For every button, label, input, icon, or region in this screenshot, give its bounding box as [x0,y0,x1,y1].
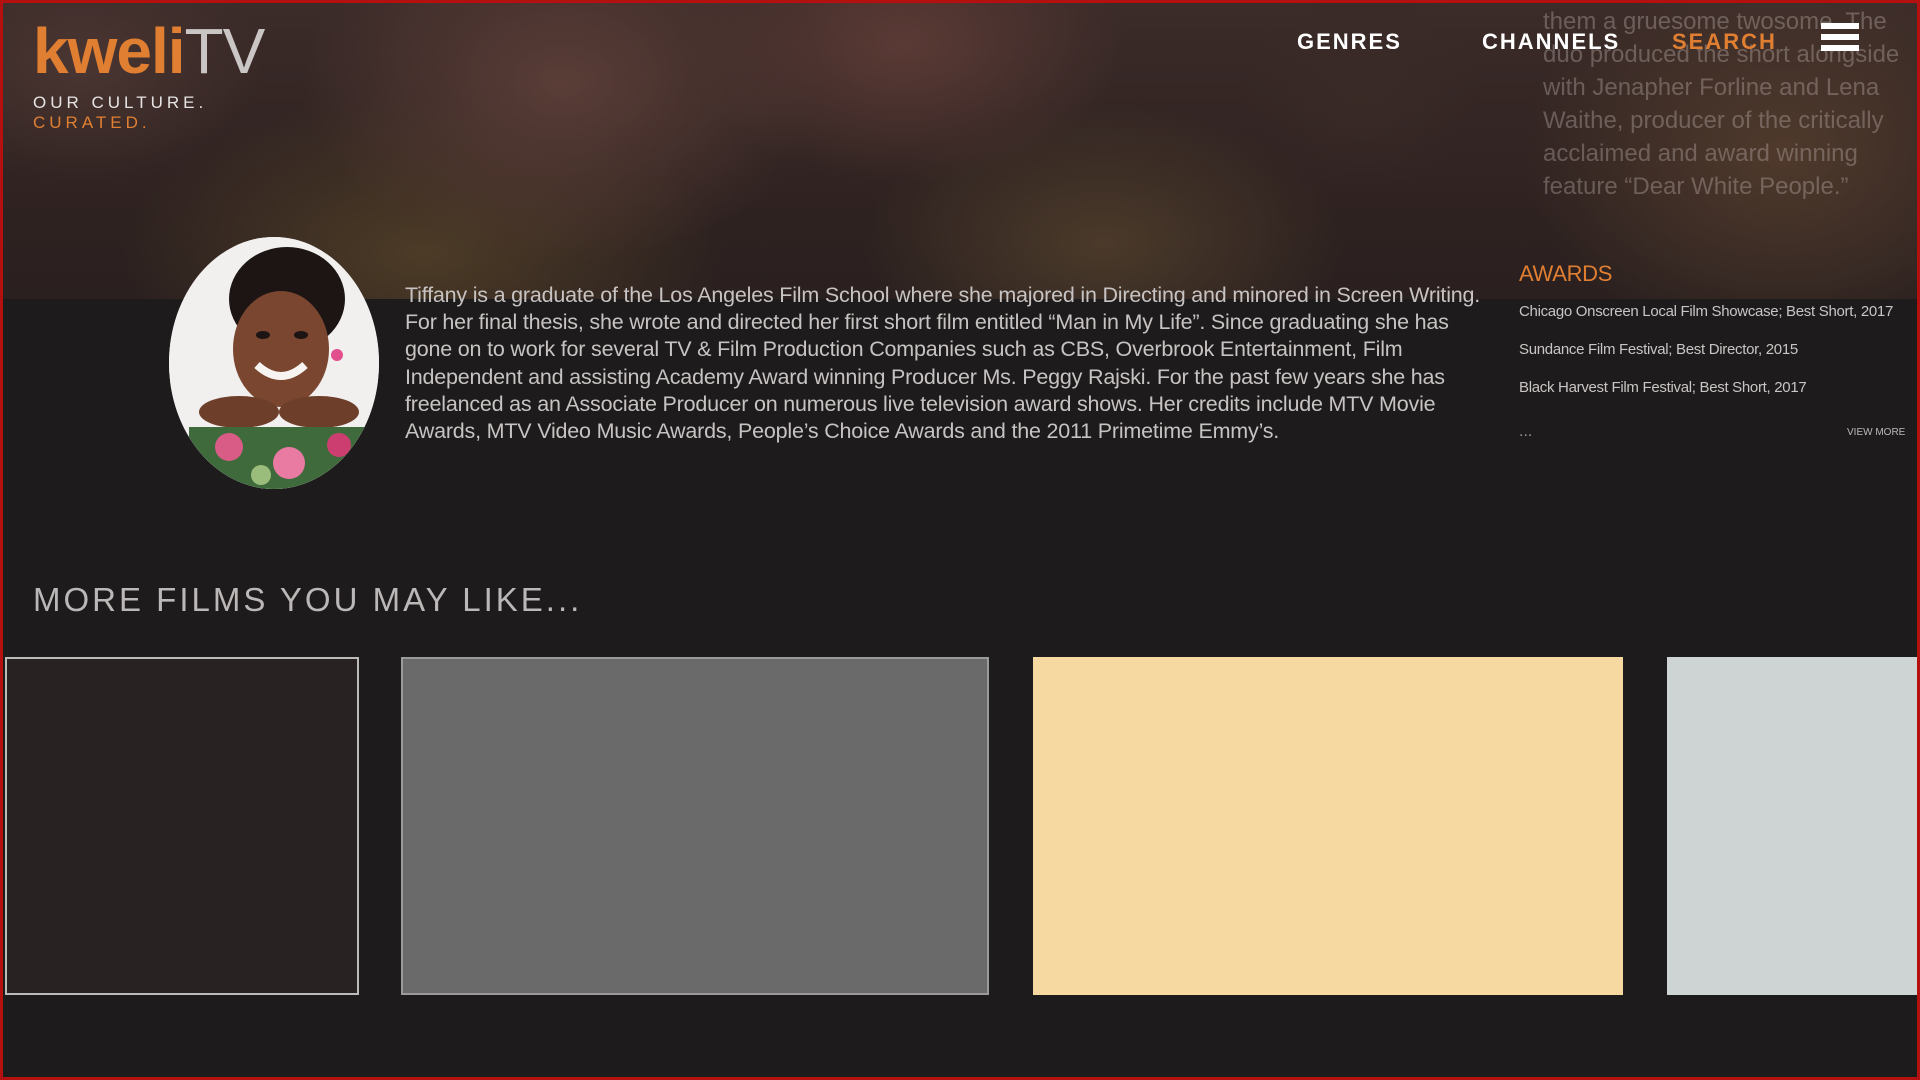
awards-ellipsis: ... [1519,423,1533,440]
more-films-title: MORE FILMS YOU MAY LIKE... [33,581,583,618]
film-card-3[interactable] [1033,657,1623,995]
profile-photo-icon [169,237,379,489]
profile-avatar [169,237,379,489]
award-item: Black Harvest Film Festival; Best Short,… [1519,379,1807,396]
nav-genres[interactable]: GENRES [1297,29,1402,55]
logo-tagline-line1: OUR CULTURE. [33,93,208,112]
logo-word-tv: TV [184,15,266,87]
logo-wordmark: kweliTV [33,19,265,83]
film-card-1[interactable] [5,657,359,995]
app-frame: them a gruesome twosome. The duo produce… [0,0,1920,1080]
kwelitv-logo[interactable]: kweliTV OUR CULTURE. CURATED. [33,19,265,133]
logo-word-kweli: kweli [33,15,186,87]
awards-view-more-link[interactable]: VIEW MORE [1847,427,1905,438]
menu-bar-1 [1821,23,1859,29]
nav-channels[interactable]: CHANNELS [1482,29,1620,55]
film-card-2[interactable] [401,657,989,995]
menu-bar-3 [1821,45,1859,51]
hamburger-menu-icon[interactable] [1821,23,1861,63]
award-item: Chicago Onscreen Local Film Showcase; Be… [1519,303,1893,320]
award-item: Sundance Film Festival; Best Director, 2… [1519,341,1798,358]
nav-search[interactable]: SEARCH [1672,29,1777,55]
profile-bio: Tiffany is a graduate of the Los Angeles… [405,283,1481,444]
awards-panel: AWARDS Chicago Onscreen Local Film Showc… [1519,261,1917,440]
menu-bar-2 [1821,34,1859,40]
logo-tagline-line2: CURATED. [33,113,151,132]
film-card-4[interactable] [1667,657,1917,995]
awards-title: AWARDS [1519,261,1613,286]
